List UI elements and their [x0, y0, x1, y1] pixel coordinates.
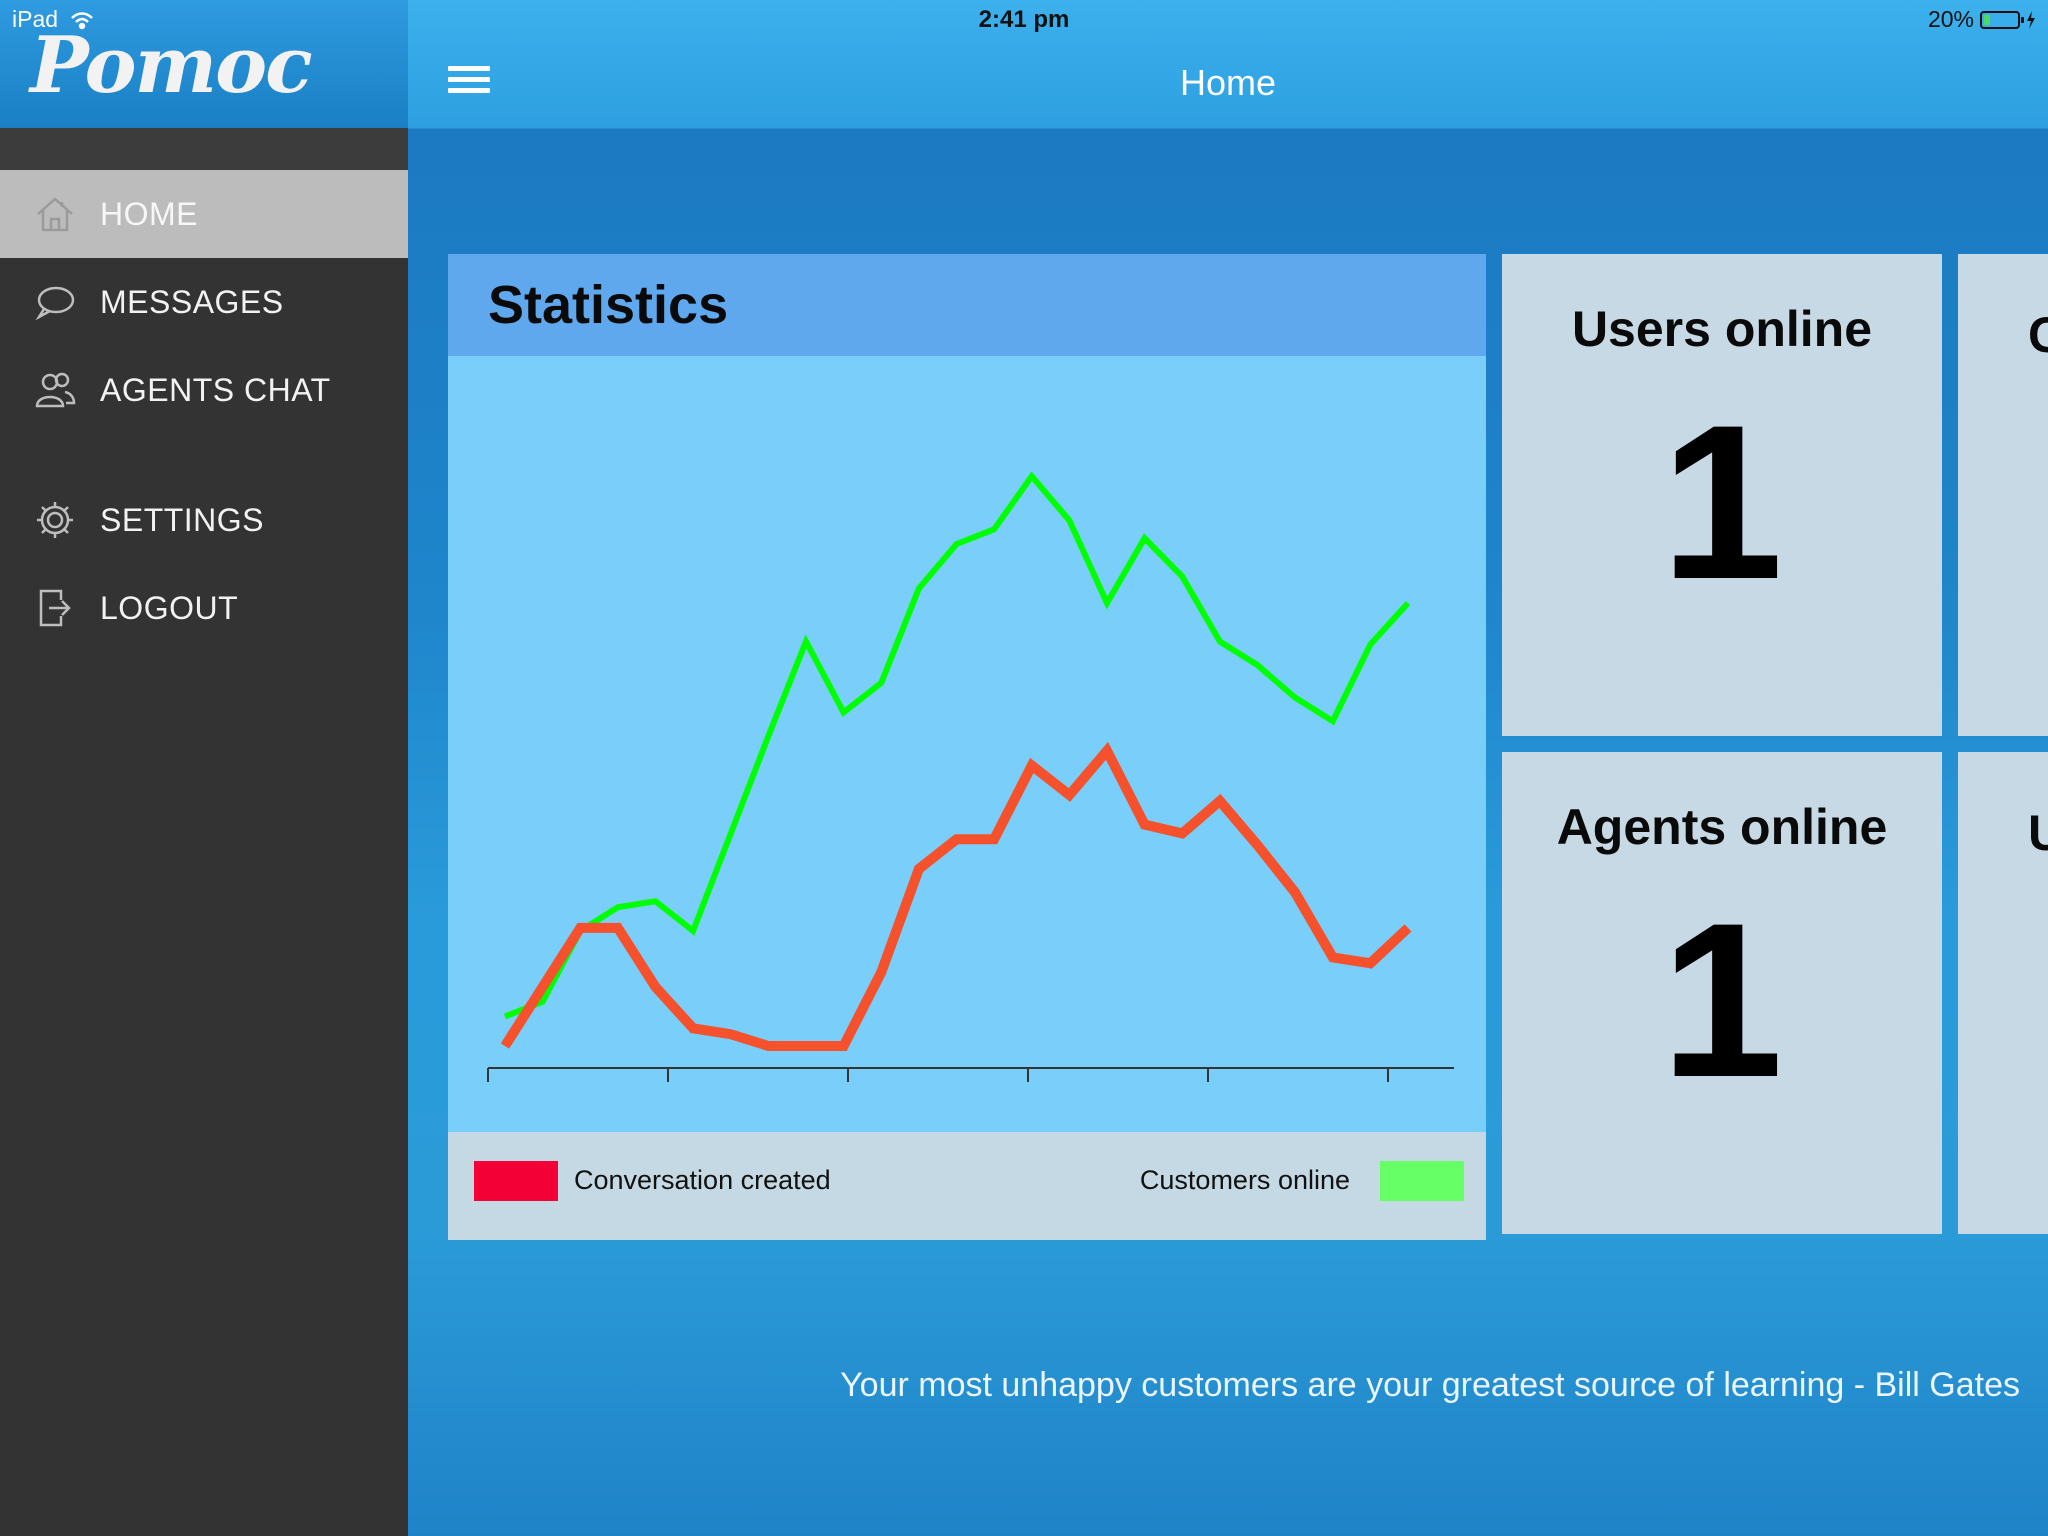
tile-title: U	[2028, 805, 2048, 861]
sidebar-item-label: AGENTS CHAT	[100, 371, 331, 408]
legend-swatch-conversations	[474, 1161, 558, 1201]
speech-bubble-icon	[30, 283, 80, 321]
tile-title: C	[2028, 307, 2048, 363]
legend-label-customers: Customers online	[1139, 1165, 1350, 1195]
tile-value: 1	[1660, 877, 1784, 1123]
tile-title: Agents online	[1556, 799, 1888, 855]
sidebar-item-label: LOGOUT	[100, 589, 239, 626]
sidebar-spacer	[0, 128, 408, 170]
sidebar-item-settings[interactable]: SETTINGS	[0, 476, 408, 564]
logout-icon	[30, 586, 80, 630]
sidebar-item-label: HOME	[100, 195, 198, 232]
tile-partial-top[interactable]: C	[1958, 254, 2048, 736]
main-content: Home Statistics Conversation created Cus…	[408, 0, 2048, 1536]
tile-agents-online[interactable]: Agents online 1	[1502, 752, 1942, 1234]
statistics-line-chart	[487, 471, 1454, 1082]
sidebar-item-messages[interactable]: MESSAGES	[0, 258, 408, 346]
tile-value: 1	[1660, 379, 1784, 625]
battery-percentage: 20%	[1927, 6, 1974, 32]
statistics-header: Statistics	[448, 254, 1486, 356]
sidebar-item-label: SETTINGS	[100, 501, 265, 538]
home-icon	[30, 193, 80, 235]
status-bar: iPad 2:41 pm 20%	[0, 0, 2048, 40]
charging-icon	[2027, 10, 2035, 29]
statistics-title: Statistics	[488, 275, 729, 335]
sidebar-item-label: MESSAGES	[100, 283, 284, 320]
status-time: 2:41 pm	[978, 6, 1070, 33]
chart-legend: Conversation created Customers online	[448, 1132, 1486, 1240]
gear-icon	[30, 499, 80, 541]
sidebar-item-home[interactable]: HOME	[0, 170, 408, 258]
tile-partial-bottom[interactable]: U	[1958, 752, 2048, 1234]
battery-icon	[1980, 10, 2024, 29]
chart-area	[448, 356, 1486, 1132]
series-line-conversation-created	[500, 741, 1412, 1051]
sidebar-item-agents-chat[interactable]: AGENTS CHAT	[0, 346, 408, 434]
sidebar: Pomoc HOME MESSAGES AGENTS CHAT SETTINGS…	[0, 0, 408, 1536]
series-line-customers-online	[503, 471, 1411, 1020]
users-icon	[30, 370, 80, 410]
statistics-card: Statistics Conversation created Customer…	[448, 254, 1486, 1240]
status-right: 20%	[1928, 6, 2036, 33]
legend-label-conversations: Conversation created	[574, 1165, 831, 1195]
quote-text: Your most unhappy customers are your gre…	[840, 1366, 2020, 1404]
tile-users-online[interactable]: Users online 1	[1502, 254, 1942, 736]
legend-swatch-customers	[1380, 1161, 1464, 1201]
page-title: Home	[1179, 62, 1277, 103]
tile-title: Users online	[1571, 301, 1873, 357]
sidebar-item-logout[interactable]: LOGOUT	[0, 564, 408, 652]
